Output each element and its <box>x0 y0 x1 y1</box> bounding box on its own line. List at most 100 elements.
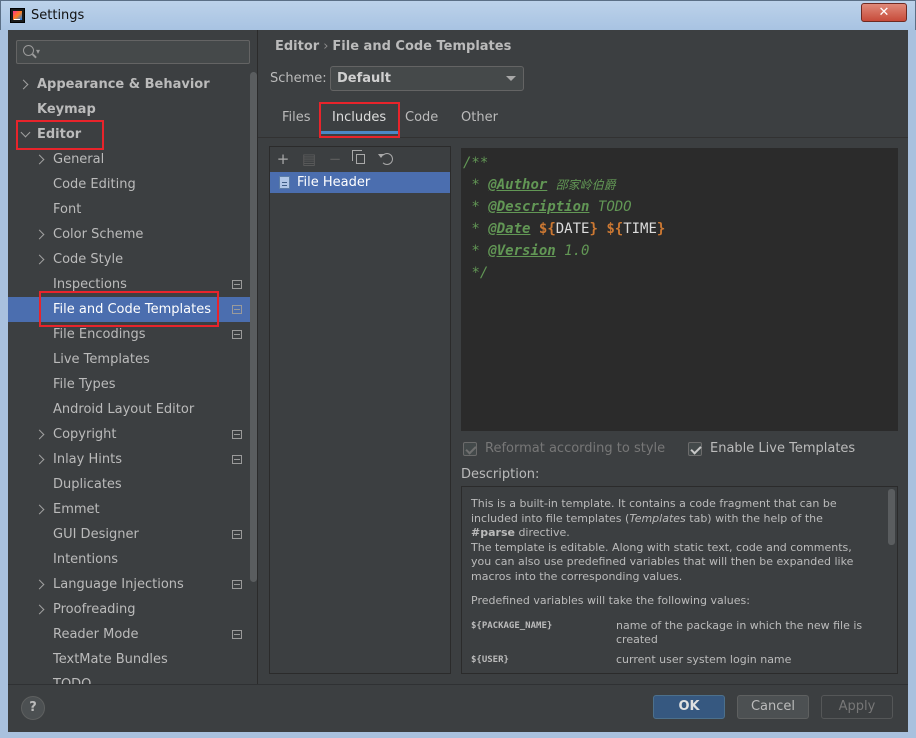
settings-tree: Appearance & Behavior Keymap Editor General… <box>8 72 257 684</box>
sidebar-item-copyright[interactable]: Copyright <box>8 422 257 447</box>
tabs-divider <box>258 137 908 138</box>
add-template-icon[interactable]: + <box>273 149 293 169</box>
sidebar-item-label: Copyright <box>53 427 117 442</box>
description-paragraph-3: Predefined variables will take the follo… <box>471 594 750 607</box>
chevron-right-icon[interactable] <box>18 79 29 90</box>
sidebar-item-label: General <box>53 152 105 167</box>
time-variable: TIME <box>623 221 657 237</box>
window-close-button[interactable]: ✕ <box>861 3 907 22</box>
sidebar-item-general[interactable]: General <box>8 147 257 172</box>
sidebar-item-label: Keymap <box>37 102 96 117</box>
sidebar-item-intentions[interactable]: Intentions <box>8 547 257 572</box>
sidebar-item-duplicates[interactable]: Duplicates <box>8 472 257 497</box>
project-level-settings-icon <box>232 455 242 464</box>
sidebar-item-inlay-hints[interactable]: Inlay Hints <box>8 447 257 472</box>
variable-name: ${USER} <box>471 654 509 665</box>
cancel-button[interactable]: Cancel <box>737 695 809 719</box>
sidebar-item-todo[interactable]: TODO <box>8 672 257 684</box>
enable-live-templates-checkbox[interactable]: Enable Live Templates <box>688 440 855 458</box>
sidebar-item-appearance-behavior[interactable]: Appearance & Behavior <box>8 72 257 97</box>
chevron-right-icon[interactable] <box>34 604 45 615</box>
sidebar-item-keymap[interactable]: Keymap <box>8 97 257 122</box>
chevron-right-icon[interactable] <box>34 154 45 165</box>
version-value: 1.0 <box>564 243 590 259</box>
sidebar-item-file-types[interactable]: File Types <box>8 372 257 397</box>
tab-includes[interactable]: Includes <box>320 104 399 134</box>
chevron-right-icon[interactable] <box>34 429 45 440</box>
sidebar-scrollbar[interactable] <box>250 72 257 582</box>
code-line-open: /** <box>463 155 489 171</box>
tab-files[interactable]: Files <box>270 104 323 134</box>
variable-description: name of the package in which the new fil… <box>616 618 863 647</box>
date-tag: @Date <box>488 221 531 237</box>
reformat-label: Reformat according to style <box>485 441 666 456</box>
sidebar-item-live-templates[interactable]: Live Templates <box>8 347 257 372</box>
sidebar-item-proofreading[interactable]: Proofreading <box>8 597 257 622</box>
remove-template-icon: − <box>328 150 342 168</box>
reset-to-default-icon[interactable] <box>377 149 397 169</box>
template-list-item-file-header[interactable]: File Header <box>270 172 450 193</box>
description-tag: @Description <box>488 199 590 215</box>
settings-search-input[interactable]: ▾ <box>16 40 250 64</box>
code-line-author: * @Author 邵家岭伯爵 <box>463 177 616 193</box>
chevron-right-icon[interactable] <box>34 254 45 265</box>
help-button[interactable]: ? <box>21 696 45 720</box>
breadcrumb: Editor › File and Code Templates <box>275 39 511 54</box>
chevron-right-icon[interactable] <box>34 229 45 240</box>
apply-button: Apply <box>821 695 893 719</box>
project-level-settings-icon <box>232 530 242 539</box>
sidebar-item-code-style[interactable]: Code Style <box>8 247 257 272</box>
chevron-right-icon[interactable] <box>34 454 45 465</box>
sidebar-item-label: TODO <box>53 672 91 684</box>
sidebar-item-label: Emmet <box>53 502 100 517</box>
sidebar-item-language-injections[interactable]: Language Injections <box>8 572 257 597</box>
description-scrollbar[interactable] <box>888 489 895 545</box>
sidebar-item-label: Android Layout Editor <box>53 402 195 417</box>
variable-row: ${USER} current user system login name <box>471 653 869 674</box>
window-title: Settings <box>31 8 85 23</box>
project-level-settings-icon <box>232 580 242 589</box>
sidebar-item-file-encodings[interactable]: File Encodings <box>8 322 257 347</box>
author-value: 邵家岭伯爵 <box>555 178 616 192</box>
template-code-editor[interactable]: /** * @Author 邵家岭伯爵 * @Description TODO … <box>461 148 898 431</box>
breadcrumb-current: File and Code Templates <box>332 39 512 54</box>
sidebar-item-gui-designer[interactable]: GUI Designer <box>8 522 257 547</box>
chevron-right-icon[interactable] <box>34 504 45 515</box>
search-history-chevron-icon[interactable]: ▾ <box>36 47 40 56</box>
chevron-right-icon[interactable] <box>34 579 45 590</box>
sidebar-item-reader-mode[interactable]: Reader Mode <box>8 622 257 647</box>
breadcrumb-parent[interactable]: Editor <box>275 39 319 54</box>
copy-template-icon[interactable] <box>351 149 371 169</box>
sidebar-item-label: Language Injections <box>53 577 184 592</box>
description-panel: This is a built-in template. It contains… <box>461 486 898 674</box>
tab-other[interactable]: Other <box>449 104 510 134</box>
project-level-settings-icon <box>232 305 242 314</box>
scheme-label: Scheme: <box>270 71 327 86</box>
sidebar-item-font[interactable]: Font <box>8 197 257 222</box>
scheme-dropdown[interactable]: Default <box>330 66 524 91</box>
sidebar-item-editor[interactable]: Editor <box>8 122 257 147</box>
create-child-template-icon: ▤ <box>301 150 317 168</box>
sidebar-item-color-scheme[interactable]: Color Scheme <box>8 222 257 247</box>
template-file-icon <box>279 176 290 189</box>
sidebar-item-label: Proofreading <box>53 602 136 617</box>
template-list-toolbar: + ▤ − <box>270 147 450 171</box>
sidebar-item-label: GUI Designer <box>53 527 139 542</box>
sidebar-item-inspections[interactable]: Inspections <box>8 272 257 297</box>
ok-button[interactable]: OK <box>653 695 725 719</box>
sidebar-item-label: Code Style <box>53 252 124 267</box>
sidebar-item-label: Intentions <box>53 552 119 567</box>
sidebar-item-textmate-bundles[interactable]: TextMate Bundles <box>8 647 257 672</box>
reformat-check-icon <box>463 442 477 456</box>
dropdown-arrow-icon <box>506 76 516 81</box>
sidebar-item-android-layout-editor[interactable]: Android Layout Editor <box>8 397 257 422</box>
tab-code[interactable]: Code <box>393 104 450 134</box>
sidebar-item-label: Appearance & Behavior <box>37 77 210 92</box>
sidebar-item-code-editing[interactable]: Code Editing <box>8 172 257 197</box>
chevron-down-icon[interactable] <box>20 127 31 138</box>
sidebar-item-file-and-code-templates[interactable]: File and Code Templates <box>8 297 257 322</box>
template-list-pane: + ▤ − File Header <box>269 146 451 674</box>
sidebar-item-emmet[interactable]: Emmet <box>8 497 257 522</box>
sidebar-item-label: File Encodings <box>53 327 146 342</box>
sidebar-item-label: File and Code Templates <box>53 302 211 317</box>
